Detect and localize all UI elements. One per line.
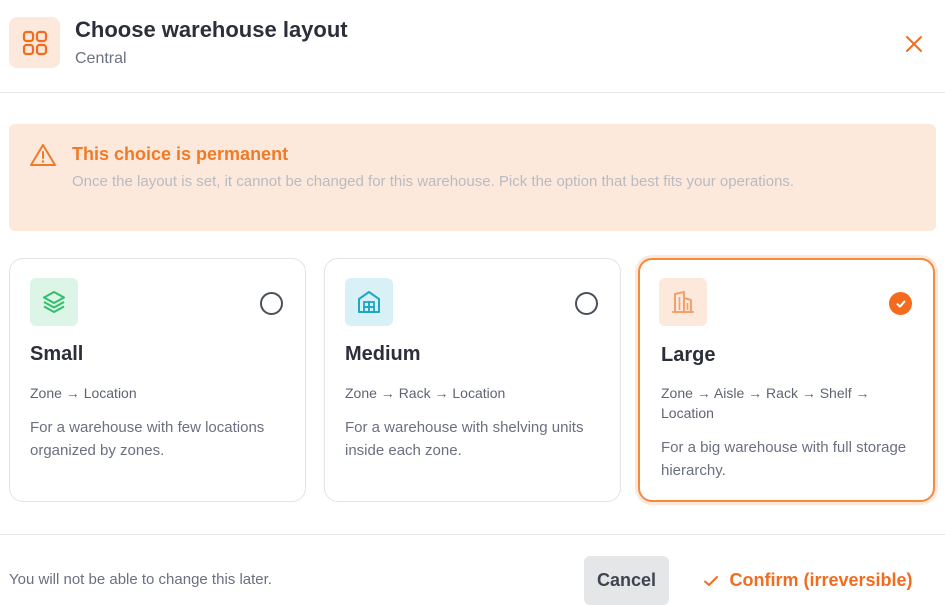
building-icon: [659, 278, 707, 326]
option-description: For a big warehouse with full storage hi…: [661, 439, 907, 479]
warning-title: This choice is permanent: [72, 144, 289, 164]
warehouse-icon: [345, 278, 393, 326]
layout-option-large[interactable]: Large Zone → Aisle → Rack → Shelf → Loca…: [638, 258, 935, 502]
radio-large[interactable]: [889, 292, 912, 315]
option-hierarchy: Zone → Location: [30, 385, 137, 401]
dialog-title: Choose warehouse layout: [75, 17, 348, 42]
dialog-footer: You will not be able to change this late…: [0, 534, 945, 605]
option-title: Large: [661, 344, 716, 366]
warning-text: Once the layout is set, it cannot be cha…: [72, 173, 795, 190]
cancel-button[interactable]: Cancel: [584, 556, 669, 605]
footer-note: You will not be able to change this late…: [9, 571, 272, 588]
grid-icon: [9, 17, 60, 68]
layers-icon: [30, 278, 78, 326]
option-description: For a warehouse with shelving units insi…: [345, 419, 584, 459]
dialog-header: Choose warehouse layout Central: [0, 0, 945, 93]
check-icon: [704, 575, 719, 586]
confirm-label: Confirm (irreversible): [729, 570, 913, 590]
option-title: Medium: [345, 343, 421, 365]
option-hierarchy: Zone → Aisle → Rack → Shelf → Location: [661, 385, 870, 421]
check-icon: [896, 300, 905, 308]
radio-small[interactable]: [260, 292, 283, 315]
warehouse-layout-dialog: Choose warehouse layout Central This cho…: [0, 0, 945, 605]
layout-option-small[interactable]: Small Zone → Location For a warehouse wi…: [9, 258, 306, 502]
layout-option-medium[interactable]: Medium Zone → Rack → Location For a ware…: [324, 258, 621, 502]
option-description: For a warehouse with few locations organ…: [30, 419, 265, 459]
close-button[interactable]: [898, 28, 930, 60]
confirm-button[interactable]: Confirm (irreversible): [689, 556, 927, 605]
option-hierarchy: Zone → Rack → Location: [345, 385, 506, 401]
warning-triangle-icon: [30, 144, 56, 166]
dialog-subtitle: Central: [75, 50, 127, 67]
permanent-warning-banner: This choice is permanent Once the layout…: [9, 124, 936, 231]
option-title: Small: [30, 343, 84, 365]
close-icon: [906, 36, 922, 52]
radio-medium[interactable]: [575, 292, 598, 315]
